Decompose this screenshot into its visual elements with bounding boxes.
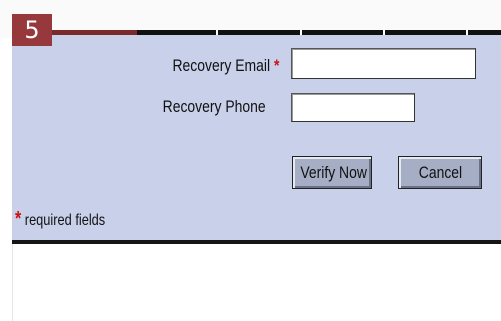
required-asterisk: * <box>15 208 22 230</box>
required-asterisk: * <box>273 56 279 75</box>
recovery-phone-label: Recovery Phone <box>163 97 266 117</box>
step-number-badge: 5 <box>12 14 52 46</box>
recovery-email-label: Recovery Email * <box>172 56 279 76</box>
lower-content-area <box>12 244 501 321</box>
verify-now-button-label: Verify Now <box>300 162 367 182</box>
recovery-email-label-text: Recovery Email <box>172 56 270 75</box>
required-fields-text: required fields <box>24 212 106 229</box>
cancel-button-label: Cancel <box>418 162 462 182</box>
recovery-phone-label-text: Recovery Phone <box>162 97 266 116</box>
cancel-button[interactable]: Cancel <box>398 156 482 189</box>
required-fields-note: * required fields <box>15 208 105 231</box>
recovery-phone-input[interactable] <box>291 93 415 122</box>
verify-now-button[interactable]: Verify Now <box>292 156 372 189</box>
recovery-email-input[interactable] <box>291 48 476 79</box>
